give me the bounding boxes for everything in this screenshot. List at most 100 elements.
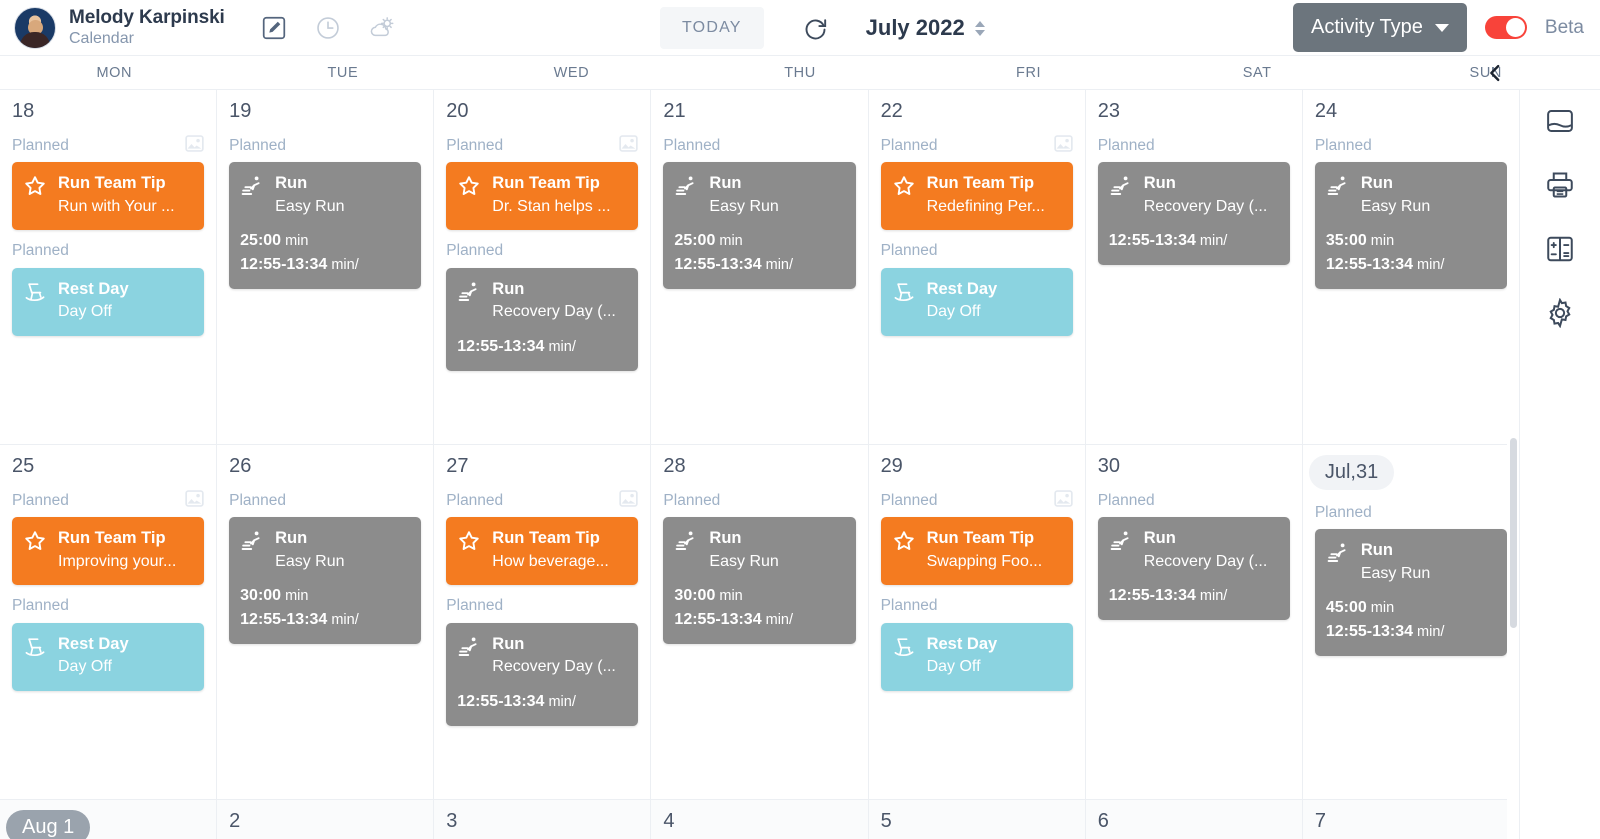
calendar-day-cell[interactable]: Jul,31 Planned Run Easy Run 45:00 min 12:55-1… [1303,445,1519,799]
event-card-run[interactable]: Run Recovery Day (... 12:55-13:34 min/ [446,622,639,726]
event-card-run[interactable]: Run Easy Run 25:00 min 12:55-13:34 min/ [229,162,422,289]
calendar-day-cell[interactable]: 18 Planned Run Team Tip Run with Your ... Pl… [0,90,218,444]
event-card-rest[interactable]: Rest Day Day Off [880,267,1073,336]
event-title: Run [1143,174,1176,192]
event-card-run[interactable]: Run Easy Run 30:00 min 12:55-13:34 min/ [663,517,856,644]
stepper-up-icon[interactable] [974,20,985,27]
event-title: Run Team Tip [58,174,166,192]
star-icon [893,531,914,550]
chevron-left-icon [1490,64,1500,82]
event-card-head: Run Team Tip Swapping Foo... [892,528,1061,573]
event-card-rest[interactable]: Rest Day Day Off [12,622,205,691]
calendar-day-cell[interactable]: Aug 1 [0,800,218,839]
event-card-tip[interactable]: Run Team Tip Improving your... [12,517,205,585]
calendar-day-cell[interactable]: 28 Planned Run Easy Run 30:00 min 12:55-13:34… [651,445,869,799]
scrollbar-thumb[interactable] [1510,438,1517,628]
runner-icon [1327,543,1346,562]
calendar-day-cell[interactable]: 5 [869,800,1086,839]
calendar-day-cell[interactable]: 2 [217,800,435,839]
beta-toggle[interactable] [1484,16,1527,39]
image-placeholder-icon-wrap[interactable] [619,489,639,512]
star-icon [25,176,45,195]
event-subtitle: Easy Run [275,197,345,215]
calendar-day-cell[interactable]: 7 [1303,800,1519,839]
event-card-rest[interactable]: Rest Day Day Off [12,267,205,336]
clock-icon[interactable] [315,15,341,41]
day-number: 24 [1314,100,1338,122]
event-card-tip[interactable]: Run Team Tip Run with Your ... [12,162,205,230]
metric-value: 12:55-13:34 [1325,622,1414,640]
calendar-day-cell[interactable]: 26 Planned Run Easy Run 30:00 min 12:55-13:34… [217,445,435,799]
calendar-day-cell[interactable]: 22 Planned Run Team Tip Redefining Per... Pl… [869,90,1086,444]
planned-label-row: Planned [12,489,204,512]
event-metric: 30:00 min [240,584,409,608]
weather-icon[interactable] [369,15,395,41]
day-number: 27 [446,455,469,477]
calendar-day-cell[interactable]: 30 Planned Run Recovery Day (... 12:55-13:34… [1086,445,1303,799]
event-card-head: Run Easy Run [240,173,409,218]
user-names: Melody Karpinski Calendar [69,7,225,48]
runner-icon [676,531,694,550]
metric-unit: min/ [544,693,576,710]
metric-unit: min/ [327,611,359,628]
planned-label-row: Planned [446,489,639,512]
event-card-text: Run Recovery Day (... [1144,528,1278,573]
gear-icon[interactable] [1545,298,1575,328]
calendar-day-cell[interactable]: 6 [1086,800,1303,839]
calendar-day-cell[interactable]: 23 Planned Run Recovery Day (... 12:55-13:34… [1086,90,1303,444]
image-placeholder-icon-wrap[interactable] [185,134,204,157]
month-stepper[interactable] [974,20,985,36]
event-card-tip[interactable]: Run Team Tip Redefining Per... [880,162,1073,230]
calendar-day-cell[interactable]: 4 [651,800,869,839]
calendar-day-cell[interactable]: 29 Planned Run Team Tip Swapping Foo... Plan… [869,445,1086,799]
star-icon [25,531,45,550]
runner-icon [1327,176,1346,195]
event-card-run[interactable]: Run Easy Run 35:00 min 12:55-13:34 min/ [1314,162,1507,289]
metric-unit: min/ [1195,232,1228,249]
event-card-tip[interactable]: Run Team Tip Swapping Foo... [880,517,1073,585]
calendar-day-cell[interactable]: 19 Planned Run Easy Run 25:00 min 12:55-13:34… [217,90,435,444]
event-card-run[interactable]: Run Recovery Day (... 12:55-13:34 min/ [1097,517,1290,620]
calendar-day-cell[interactable]: 21 Planned Run Easy Run 25:00 min 12:55-13:34… [651,90,869,444]
event-subtitle: Day Off [58,658,112,676]
event-card-tip[interactable]: Run Team Tip Dr. Stan helps ... [446,162,639,230]
collapse-sidebar-button[interactable] [1482,60,1508,86]
event-card-run[interactable]: Run Easy Run 45:00 min 12:55-13:34 min/ [1314,529,1507,656]
event-metric: 12:55-13:34 min/ [1326,253,1495,277]
event-card-run[interactable]: Run Easy Run 30:00 min 12:55-13:34 min/ [229,517,422,644]
event-card-tip[interactable]: Run Team Tip How beverage... [446,517,639,585]
calendar-day-cell[interactable]: 24 Planned Run Easy Run 35:00 min 12:55-13:34… [1303,90,1519,444]
calendar-day-cell[interactable]: 25 Planned Run Team Tip Improving your... Pl… [0,445,218,799]
event-metrics: 12:55-13:34 min/ [1109,584,1278,608]
activity-type-button[interactable]: Activity Type [1293,3,1467,52]
calculator-icon[interactable] [1545,234,1575,264]
stepper-down-icon[interactable] [974,29,985,36]
image-placeholder-icon-wrap[interactable] [1054,489,1073,512]
event-card-run[interactable]: Run Easy Run 25:00 min 12:55-13:34 min/ [663,162,856,289]
vertical-scrollbar[interactable] [1507,90,1519,839]
event-title: Run Team Tip [58,529,166,547]
day-number: 7 [1314,810,1326,832]
image-placeholder-icon-wrap[interactable] [619,134,639,157]
calendar-day-cell[interactable]: 27 Planned Run Team Tip How beverage... Plan… [434,445,652,799]
event-card-run[interactable]: Run Recovery Day (... 12:55-13:34 min/ [1097,162,1290,265]
edit-icon[interactable] [261,15,287,41]
metric-unit: min/ [327,256,359,273]
image-placeholder-icon-wrap[interactable] [1054,134,1073,157]
event-card-text: Run Team Tip Dr. Stan helps ... [492,173,626,218]
event-title: Run Team Tip [492,174,600,192]
calendar-day-cell[interactable]: 3 [434,800,652,839]
event-card-rest[interactable]: Rest Day Day Off [880,622,1073,691]
planned-label-row: Planned [1315,136,1507,155]
runner-icon [241,176,260,195]
event-metric: 30:00 min [674,584,843,608]
event-metrics: 30:00 min 12:55-13:34 min/ [674,584,843,632]
image-placeholder-icon-wrap[interactable] [185,489,204,512]
refresh-button[interactable] [802,14,830,42]
printer-icon[interactable] [1545,170,1575,200]
calendar-day-cell[interactable]: 20 Planned Run Team Tip Dr. Stan helps ... P… [434,90,652,444]
planned-label: Planned [1097,491,1155,509]
notes-icon[interactable] [1545,106,1575,136]
today-button[interactable]: TODAY [660,7,764,49]
event-card-run[interactable]: Run Recovery Day (... 12:55-13:34 min/ [446,267,639,371]
